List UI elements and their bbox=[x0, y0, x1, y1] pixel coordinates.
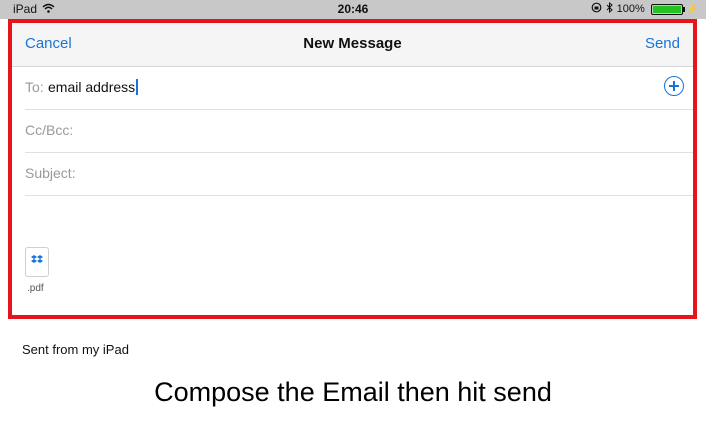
compose-title: New Message bbox=[303, 35, 402, 52]
subject-field[interactable]: Subject: bbox=[25, 153, 693, 196]
send-button[interactable]: Send bbox=[645, 35, 680, 52]
orientation-lock-icon bbox=[591, 2, 602, 16]
to-value: email address bbox=[48, 79, 136, 95]
email-signature: Sent from my iPad bbox=[22, 342, 129, 357]
battery-icon bbox=[650, 3, 685, 15]
text-cursor bbox=[136, 79, 139, 95]
add-contact-icon[interactable] bbox=[664, 76, 684, 96]
dropbox-icon bbox=[31, 255, 43, 263]
subject-label: Subject: bbox=[25, 165, 76, 181]
instruction-caption: Compose the Email then hit send bbox=[154, 377, 552, 407]
to-field[interactable]: To: email address bbox=[25, 67, 693, 110]
battery-percent: 100% bbox=[616, 3, 645, 15]
bluetooth-icon bbox=[606, 1, 613, 16]
attachment-extension: .pdf bbox=[27, 283, 44, 294]
file-icon bbox=[25, 247, 49, 277]
attachment[interactable]: .pdf bbox=[25, 247, 65, 294]
charging-icon: ⚡ bbox=[686, 3, 698, 14]
to-input[interactable]: email address bbox=[48, 79, 139, 95]
compose-sheet: Cancel New Message Send To: email addres… bbox=[8, 19, 697, 319]
cc-bcc-field[interactable]: Cc/Bcc: bbox=[25, 110, 693, 153]
compose-nav-bar: Cancel New Message Send bbox=[12, 23, 693, 67]
to-label: To: bbox=[25, 79, 44, 95]
cc-bcc-label: Cc/Bcc: bbox=[25, 122, 74, 138]
status-bar: iPad 20:46 100% ⚡ bbox=[0, 0, 706, 19]
battery-fill bbox=[652, 5, 681, 13]
status-right: 100% ⚡ bbox=[591, 1, 698, 16]
